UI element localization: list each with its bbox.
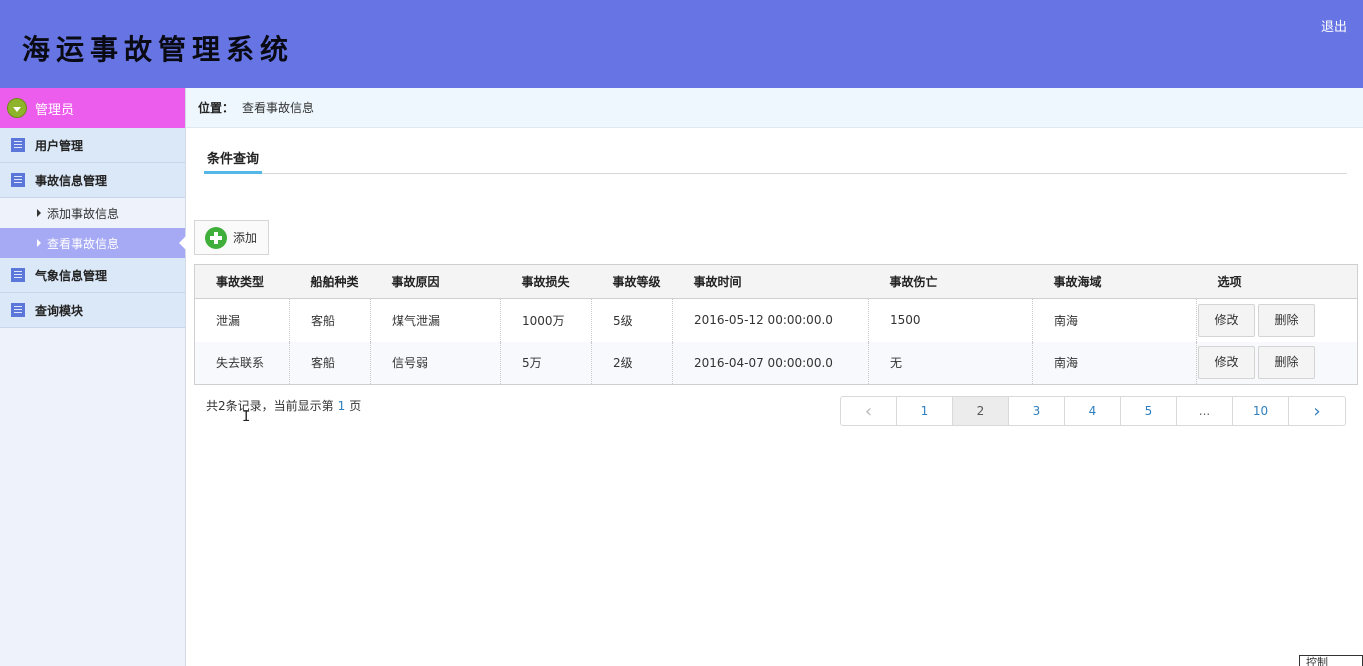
list-icon: [11, 303, 25, 317]
table-header-row: 事故类型 船舶种类 事故原因 事故损失 事故等级 事故时间 事故伤亡 事故海域 …: [194, 264, 1358, 299]
delete-button[interactable]: 删除: [1258, 303, 1315, 337]
table-cell: 无: [868, 341, 1033, 385]
tab-bar: 条件查询: [204, 144, 1347, 174]
column-header: 事故时间: [672, 264, 869, 299]
list-icon: [11, 173, 25, 187]
breadcrumb-current: 查看事故信息: [242, 101, 315, 115]
column-header: 事故类型: [194, 264, 290, 299]
column-header: 事故海域: [1032, 264, 1197, 299]
chevron-left-icon: ‹: [864, 400, 873, 422]
sidebar-item-query-module[interactable]: 查询模块: [0, 293, 185, 328]
pagination-info: 共2条记录，当前显示第 1 页: [206, 397, 361, 414]
table-cell: 南海: [1032, 341, 1197, 385]
pagination-page[interactable]: 4: [1065, 397, 1121, 425]
pagination-page-active[interactable]: 2: [953, 397, 1009, 425]
sidebar-subitem-view-accident[interactable]: 查看事故信息: [0, 228, 186, 258]
accident-table: 事故类型 船舶种类 事故原因 事故损失 事故等级 事故时间 事故伤亡 事故海域 …: [194, 264, 1358, 385]
pagination-current: 1: [337, 399, 346, 413]
table-cell-options: 修改 删除: [1196, 341, 1358, 385]
sidebar-item-label: 气象信息管理: [35, 268, 108, 283]
column-header: 事故损失: [500, 264, 592, 299]
chevron-down-icon: [7, 98, 27, 118]
sidebar-subitem-label: 添加事故信息: [47, 206, 120, 221]
text-cursor-icon: I: [242, 409, 251, 425]
table-cell-options: 修改 删除: [1197, 299, 1358, 342]
header: 海运事故管理系统 退出: [0, 0, 1363, 88]
add-button[interactable]: 添加: [194, 220, 269, 255]
table-cell: 南海: [1032, 298, 1197, 342]
pagination: ‹ 1 2 3 4 5 ... 10 ›: [840, 396, 1346, 426]
sidebar-item-label: 查询模块: [35, 303, 84, 318]
delete-button[interactable]: 删除: [1258, 346, 1315, 380]
corner-widget[interactable]: 控制: [1299, 655, 1363, 666]
sidebar: 管理员 用户管理 事故信息管理 添加事故信息 查看事故信息 气象信息管理 查询模…: [0, 88, 186, 666]
sidebar-item-weather-management[interactable]: 气象信息管理: [0, 258, 185, 293]
table-cell: 信号弱: [370, 341, 501, 385]
table-cell: 泄漏: [194, 298, 290, 342]
sidebar-item-label: 用户管理: [35, 138, 84, 153]
table-cell: 煤气泄漏: [370, 298, 501, 342]
table-row: 泄漏 客船 煤气泄漏 1000万 5级 2016-05-12 00:00:00.…: [194, 298, 1358, 342]
sidebar-subitem-add-accident[interactable]: 添加事故信息: [0, 198, 185, 228]
table-cell: 1000万: [500, 298, 592, 342]
pagination-page[interactable]: 1: [897, 397, 953, 425]
table-cell: 2016-05-12 00:00:00.0: [672, 298, 869, 342]
breadcrumb: 位置： 查看事故信息: [186, 88, 1363, 128]
pagination-page[interactable]: 5: [1121, 397, 1177, 425]
tab-condition-query[interactable]: 条件查询: [204, 144, 263, 174]
table-cell: 客船: [289, 341, 371, 385]
pagination-ellipsis: ...: [1177, 397, 1233, 425]
plus-icon: [205, 226, 227, 249]
pagination-info-suffix: 页: [349, 399, 362, 413]
column-header: 事故等级: [591, 264, 673, 299]
table-cell: 5级: [591, 298, 673, 342]
sidebar-subitem-label: 查看事故信息: [47, 236, 120, 251]
sidebar-item-accident-management[interactable]: 事故信息管理: [0, 163, 185, 198]
column-header: 选项: [1196, 264, 1358, 299]
pagination-next-button[interactable]: ›: [1289, 397, 1345, 425]
pagination-page[interactable]: 3: [1009, 397, 1065, 425]
list-icon: [11, 138, 25, 152]
sidebar-item-user-management[interactable]: 用户管理: [0, 128, 185, 163]
table-cell: 失去联系: [194, 341, 290, 385]
caret-right-icon: [37, 209, 41, 217]
pagination-info-prefix: 共2条记录，当前显示第: [206, 399, 334, 413]
table-cell: 2级: [591, 341, 673, 385]
table-cell: 5万: [500, 341, 592, 385]
logout-link[interactable]: 退出: [1321, 16, 1347, 35]
pagination-page[interactable]: 10: [1233, 397, 1289, 425]
edit-button[interactable]: 修改: [1198, 346, 1255, 380]
table-cell: 客船: [289, 298, 371, 342]
edit-button[interactable]: 修改: [1198, 303, 1255, 337]
user-label: 管理员: [35, 102, 75, 118]
app-title: 海运事故管理系统: [22, 33, 295, 66]
pagination-prev-button[interactable]: ‹: [841, 397, 897, 425]
table-cell: 1500: [868, 298, 1033, 342]
chevron-right-icon: ›: [1313, 400, 1321, 422]
table-row: 失去联系 客船 信号弱 5万 2级 2016-04-07 00:00:00.0 …: [194, 341, 1358, 385]
column-header: 船舶种类: [289, 264, 371, 299]
column-header: 事故伤亡: [868, 264, 1033, 299]
add-button-label: 添加: [233, 231, 258, 245]
sidebar-item-label: 事故信息管理: [35, 173, 108, 188]
column-header: 事故原因: [370, 264, 501, 299]
breadcrumb-label: 位置：: [198, 101, 235, 115]
table-cell: 2016-04-07 00:00:00.0: [672, 341, 869, 385]
sidebar-user[interactable]: 管理员: [0, 88, 185, 128]
list-icon: [11, 268, 25, 282]
caret-right-icon: [37, 239, 41, 247]
